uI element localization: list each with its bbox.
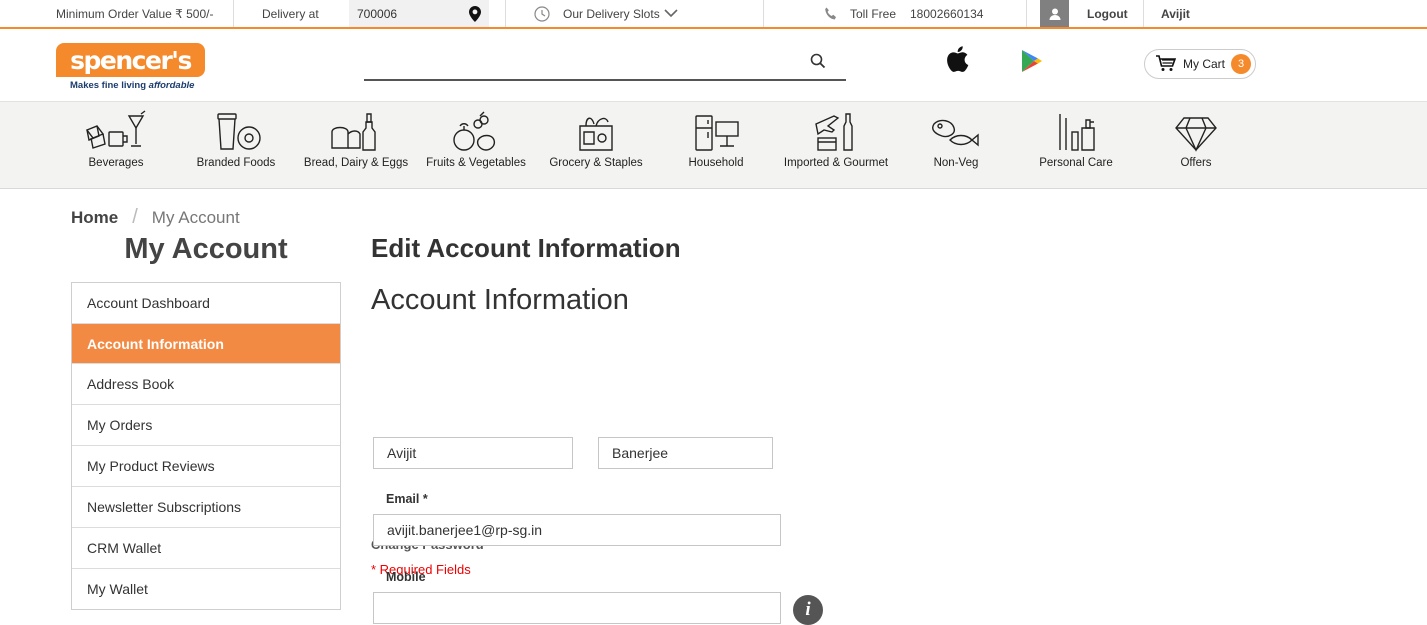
sidebar-item-newsletter-subscriptions[interactable]: Newsletter Subscriptions <box>72 486 340 527</box>
sidebar-item-my-orders[interactable]: My Orders <box>72 404 340 445</box>
delivery-slots-link[interactable]: Our Delivery Slots <box>563 0 660 27</box>
category-nav: Beverages Branded Foods Bread, Dairy & E… <box>0 101 1427 189</box>
toll-free-number[interactable]: 18002660134 <box>910 0 983 27</box>
divider <box>505 0 506 27</box>
category-label: Branded Foods <box>196 157 276 169</box>
logout-link[interactable]: Logout <box>1087 0 1128 27</box>
account-sidebar-menu: Account Dashboard Account Information Ad… <box>71 282 341 610</box>
category-label: Imported & Gourmet <box>783 157 889 169</box>
category-label: Personal Care <box>1039 157 1113 169</box>
mobile-field[interactable] <box>373 592 781 624</box>
breadcrumb-separator: / <box>132 206 138 228</box>
page-title: Edit Account Information <box>371 233 681 263</box>
tagline-text: Makes fine living <box>70 80 149 91</box>
category-beverages[interactable]: Beverages <box>56 106 176 186</box>
category-label: Offers <box>1180 157 1212 169</box>
delivery-label: Delivery at <box>262 6 319 21</box>
chevron-down-icon[interactable] <box>664 0 678 27</box>
search-input[interactable] <box>364 51 794 77</box>
cart-icon <box>1155 54 1177 75</box>
min-order-value: Minimum Order Value ₹ 500/- <box>56 6 214 21</box>
divider <box>763 0 764 27</box>
category-grocery-staples[interactable]: Grocery & Staples <box>536 106 656 186</box>
household-icon <box>695 115 739 151</box>
offers-diamond-icon <box>1175 117 1217 152</box>
category-offers[interactable]: Offers <box>1136 106 1256 186</box>
imported-gourmet-icon <box>815 113 853 151</box>
sidebar-item-my-product-reviews[interactable]: My Product Reviews <box>72 445 340 486</box>
pincode-input[interactable] <box>349 0 489 27</box>
category-label: Beverages <box>88 157 144 169</box>
personal-care-icon <box>1059 114 1095 151</box>
spencers-logo[interactable]: spencer's Makes fine living affordable <box>56 43 206 93</box>
divider <box>1026 0 1027 27</box>
search-icon[interactable] <box>810 53 826 74</box>
breadcrumb-current: My Account <box>151 207 240 227</box>
apple-app-store-icon[interactable] <box>945 45 969 78</box>
fruits-vegetables-icon <box>453 111 496 151</box>
email-label: Email * <box>386 492 428 506</box>
google-play-icon[interactable] <box>1021 49 1043 78</box>
non-veg-icon <box>932 119 979 147</box>
search-bar <box>364 47 846 81</box>
mobile-label: Mobile <box>386 570 426 584</box>
category-household[interactable]: Household <box>656 106 776 186</box>
cart-count-badge: 3 <box>1231 54 1251 74</box>
first-name-field[interactable] <box>373 437 573 469</box>
category-imported-gourmet[interactable]: Imported & Gourmet <box>776 106 896 186</box>
category-fruits-vegetables[interactable]: Fruits & Vegetables <box>416 106 536 186</box>
email-field[interactable] <box>373 514 781 546</box>
info-icon[interactable]: i <box>793 595 823 625</box>
bread-dairy-icon <box>331 113 376 151</box>
category-bread-dairy-eggs[interactable]: Bread, Dairy & Eggs <box>296 106 416 186</box>
category-personal-care[interactable]: Personal Care <box>1016 106 1136 186</box>
top-utility-bar: Minimum Order Value ₹ 500/- Delivery at … <box>0 0 1427 29</box>
location-pin-icon[interactable] <box>469 0 481 27</box>
category-label: Non-Veg <box>933 157 979 169</box>
category-branded-foods[interactable]: Branded Foods <box>176 106 296 186</box>
user-name[interactable]: Avijit <box>1161 0 1190 27</box>
category-non-veg[interactable]: Non-Veg <box>896 106 1016 186</box>
beverages-icon <box>85 110 146 149</box>
category-label: Household <box>688 157 744 169</box>
clock-icon <box>534 0 550 27</box>
sidebar-item-my-wallet[interactable]: My Wallet <box>72 568 340 609</box>
sidebar-item-crm-wallet[interactable]: CRM Wallet <box>72 527 340 568</box>
user-avatar-icon[interactable] <box>1040 0 1069 27</box>
site-header: spencer's Makes fine living affordable M… <box>0 29 1427 101</box>
phone-icon <box>823 0 839 27</box>
last-name-field[interactable] <box>598 437 773 469</box>
cart-label: My Cart <box>1183 57 1225 71</box>
divider <box>233 0 234 27</box>
email-required-mark: * <box>422 492 428 506</box>
sidebar-item-account-information[interactable]: Account Information <box>72 323 340 363</box>
email-label-text: Email <box>386 492 420 506</box>
logo-tagline: Makes fine living affordable <box>70 80 194 91</box>
logo-wordmark: spencer's <box>56 43 205 77</box>
category-label: Fruits & Vegetables <box>426 157 526 169</box>
toll-free-label: Toll Free <box>850 6 897 21</box>
branded-foods-icon <box>217 113 261 150</box>
category-label: Bread, Dairy & Eggs <box>303 157 409 169</box>
sidebar-item-account-dashboard[interactable]: Account Dashboard <box>72 283 340 323</box>
breadcrumb: Home / My Account <box>71 206 240 229</box>
my-cart-button[interactable]: My Cart 3 <box>1144 49 1256 79</box>
section-title: Account Information <box>371 284 629 316</box>
divider <box>1143 0 1144 27</box>
sidebar-title: My Account <box>124 233 288 265</box>
category-label: Grocery & Staples <box>549 157 643 169</box>
sidebar-item-address-book[interactable]: Address Book <box>72 363 340 404</box>
breadcrumb-home[interactable]: Home <box>71 208 118 228</box>
grocery-icon <box>579 117 613 151</box>
tagline-emphasis: affordable <box>148 80 195 91</box>
